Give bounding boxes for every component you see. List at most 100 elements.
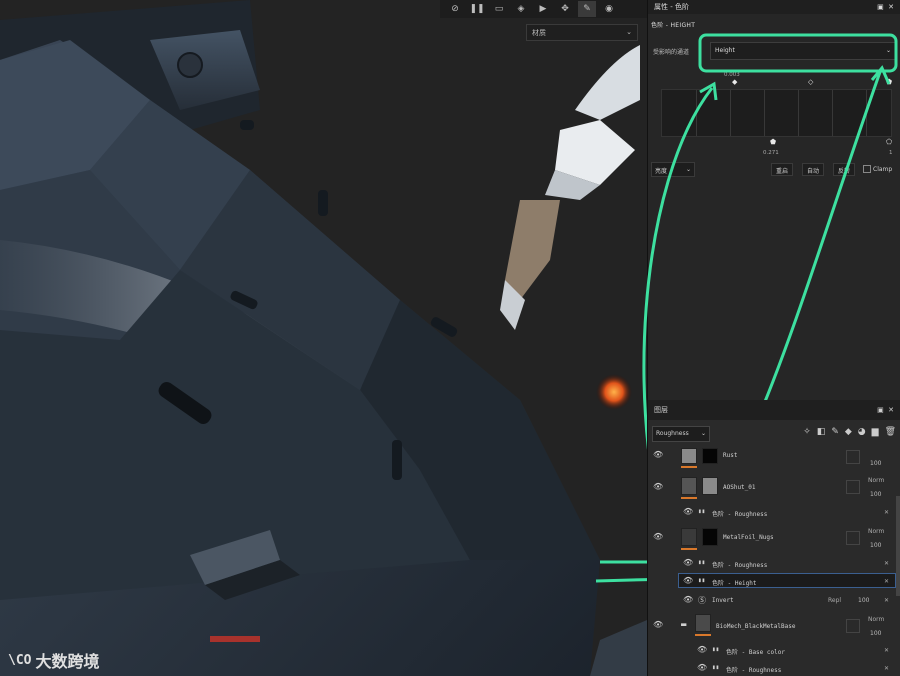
clamp-label: Clamp bbox=[873, 165, 893, 173]
eye-icon[interactable]: 👁 bbox=[697, 645, 707, 654]
channel-select-value: Height bbox=[715, 47, 735, 54]
auto-button[interactable]: 自动 bbox=[802, 163, 825, 176]
output-white-value: 1 bbox=[889, 150, 893, 156]
layer-blend[interactable]: Norm bbox=[868, 477, 884, 484]
video-icon[interactable]: ▶ bbox=[534, 1, 552, 17]
properties-title: 属性 - 色阶 bbox=[654, 3, 689, 11]
input-black-marker[interactable]: ◆ bbox=[732, 78, 737, 86]
camera-frame-icon[interactable]: ▭ bbox=[490, 1, 508, 17]
effect-name[interactable]: 色阶 - Roughness bbox=[712, 560, 767, 569]
close-icon[interactable]: ✕ bbox=[884, 509, 889, 516]
fill-layer-icon[interactable]: ◆ bbox=[845, 427, 852, 437]
eye-icon[interactable]: 👁 bbox=[653, 532, 663, 541]
layer-blend[interactable]: Norm bbox=[868, 528, 884, 535]
invert-button[interactable]: 反转 bbox=[833, 163, 856, 176]
effect-blend[interactable]: Repl bbox=[828, 597, 841, 604]
logo-text: 大数跨境 bbox=[35, 652, 100, 671]
layer-name[interactable]: MetalFoil_Nugs bbox=[723, 534, 774, 541]
mode-select[interactable]: 亮度 ⌄ bbox=[651, 162, 695, 177]
output-black-marker[interactable]: ⬟ bbox=[770, 138, 776, 146]
input-gamma-marker[interactable]: ◇ bbox=[808, 78, 813, 86]
properties-panel: 属性 - 色阶 ▣ ✕ 色阶 - HEIGHT 受影响的通道 Height ⌄ … bbox=[647, 0, 900, 400]
effect-opacity[interactable]: 100 bbox=[858, 597, 869, 604]
levels-icon: ▮▮ bbox=[698, 508, 706, 515]
output-white-marker[interactable]: ⬠ bbox=[886, 138, 892, 146]
pause-icon[interactable]: ❚❚ bbox=[468, 1, 486, 17]
blend-thumb bbox=[846, 450, 860, 464]
section-title: 色阶 - HEIGHT bbox=[651, 22, 696, 29]
paint-layer-icon[interactable]: ✎ bbox=[831, 427, 839, 437]
screenshot-icon[interactable]: ◉ bbox=[600, 1, 618, 17]
layer-opacity[interactable]: 100 bbox=[870, 630, 881, 637]
levels-icon: ▮▮ bbox=[712, 646, 720, 653]
mode-select-value: 亮度 bbox=[655, 168, 668, 175]
reset-button[interactable]: 重启 bbox=[771, 163, 794, 176]
layer-name[interactable]: Rust bbox=[723, 452, 737, 459]
levels-icon: ▮▮ bbox=[712, 664, 720, 671]
trash-icon[interactable]: 🗑 bbox=[885, 427, 896, 437]
viewport-render bbox=[0, 0, 647, 676]
eye-icon[interactable]: 👁 bbox=[683, 576, 693, 585]
eye-icon[interactable]: 👁 bbox=[653, 620, 663, 629]
layer-stack: 👁 Rust 100 👁 AOShut_01 Norm 100 👁 ▮▮ 色阶 … bbox=[648, 448, 900, 676]
channel-label: 受影响的通道 bbox=[653, 49, 690, 56]
layer-thumbnail bbox=[681, 528, 697, 546]
layer-opacity[interactable]: 100 bbox=[870, 542, 881, 549]
symmetry-icon[interactable]: ✥ bbox=[556, 1, 574, 17]
close-icon[interactable]: ✕ bbox=[884, 560, 889, 567]
layers-panel: 图层 ▣ ✕ Roughness ⌄ ✧ ◧ ✎ ◆ ◕ ▆ 🗑 👁 Rust … bbox=[647, 400, 900, 676]
effect-name[interactable]: 色阶 - Height bbox=[712, 578, 757, 587]
layer-actions: ✧ ◧ ✎ ◆ ◕ ▆ 🗑 bbox=[803, 427, 896, 437]
effects-icon[interactable]: ✧ bbox=[803, 427, 811, 437]
layer-channel-select[interactable]: Roughness ⌄ bbox=[652, 426, 710, 442]
eye-icon[interactable]: 👁 bbox=[683, 595, 693, 604]
chevron-down-icon: ⌄ bbox=[626, 28, 632, 36]
layer-name[interactable]: AOShut_01 bbox=[723, 484, 756, 491]
cube-icon[interactable]: ◈ bbox=[512, 1, 530, 17]
mask-thumbnail bbox=[702, 448, 718, 464]
effect-name[interactable]: 色阶 - Roughness bbox=[726, 665, 781, 674]
effect-name[interactable]: 色阶 - Roughness bbox=[712, 509, 767, 518]
folder-icon[interactable]: ▆ bbox=[872, 427, 879, 437]
channel-select[interactable]: Height ⌄ bbox=[710, 42, 896, 60]
chevron-down-icon: ⌄ bbox=[700, 430, 706, 437]
mask-thumbnail bbox=[702, 477, 718, 495]
clamp-checkbox[interactable] bbox=[863, 165, 871, 173]
3d-viewport[interactable]: ⊘ ❚❚ ▭ ◈ ▶ ✥ ✎ ◉ 材质 ⌄ \CO 大数跨境 bbox=[0, 0, 647, 676]
layers-title-bar: 图层 ▣ ✕ bbox=[648, 400, 900, 420]
panel-window-controls[interactable]: ▣ ✕ bbox=[877, 406, 894, 414]
blend-thumb bbox=[846, 480, 860, 494]
clamp-toggle[interactable]: Clamp bbox=[863, 165, 892, 173]
input-white-marker[interactable]: ⬟ bbox=[886, 78, 892, 86]
effect-name[interactable]: Invert bbox=[712, 597, 734, 604]
mask-icon[interactable]: ◧ bbox=[817, 427, 826, 437]
smart-material-icon[interactable]: ◕ bbox=[858, 427, 866, 437]
eye-icon[interactable]: 👁 bbox=[683, 507, 693, 516]
layers-scrollbar[interactable] bbox=[896, 496, 900, 596]
logo-mark: \CO bbox=[8, 652, 32, 668]
brush-icon[interactable]: ✎ bbox=[578, 1, 596, 17]
levels-icon: ▮▮ bbox=[698, 559, 706, 566]
effect-name[interactable]: 色阶 - Base color bbox=[726, 647, 785, 656]
close-icon[interactable]: ✕ bbox=[884, 578, 889, 585]
material-select[interactable]: 材质 ⌄ bbox=[526, 24, 638, 41]
layer-opacity[interactable]: 100 bbox=[870, 460, 881, 467]
layer-thumbnail bbox=[695, 614, 711, 632]
close-icon[interactable]: ✕ bbox=[884, 647, 889, 654]
layer-name[interactable]: BioMech_BlackMetalBase bbox=[716, 623, 795, 630]
levels-controls: 亮度 ⌄ 重启 自动 反转 Clamp bbox=[651, 162, 896, 178]
material-select-value: 材质 bbox=[532, 29, 546, 37]
layers-toolbar: Roughness ⌄ ✧ ◧ ✎ ◆ ◕ ▆ 🗑 bbox=[648, 420, 900, 448]
selected-effect-row[interactable] bbox=[678, 573, 896, 588]
layer-opacity[interactable]: 100 bbox=[870, 491, 881, 498]
eye-icon[interactable]: 👁 bbox=[683, 558, 693, 567]
close-icon[interactable]: ✕ bbox=[884, 597, 889, 604]
eye-icon[interactable]: 👁 bbox=[653, 450, 663, 459]
close-icon[interactable]: ✕ bbox=[884, 665, 889, 672]
panel-window-controls[interactable]: ▣ ✕ bbox=[877, 3, 894, 11]
hide-icon[interactable]: ⊘ bbox=[446, 1, 464, 17]
blend-thumb bbox=[846, 531, 860, 545]
layer-blend[interactable]: Norm bbox=[868, 616, 884, 623]
eye-icon[interactable]: 👁 bbox=[653, 482, 663, 491]
eye-icon[interactable]: 👁 bbox=[697, 663, 707, 672]
